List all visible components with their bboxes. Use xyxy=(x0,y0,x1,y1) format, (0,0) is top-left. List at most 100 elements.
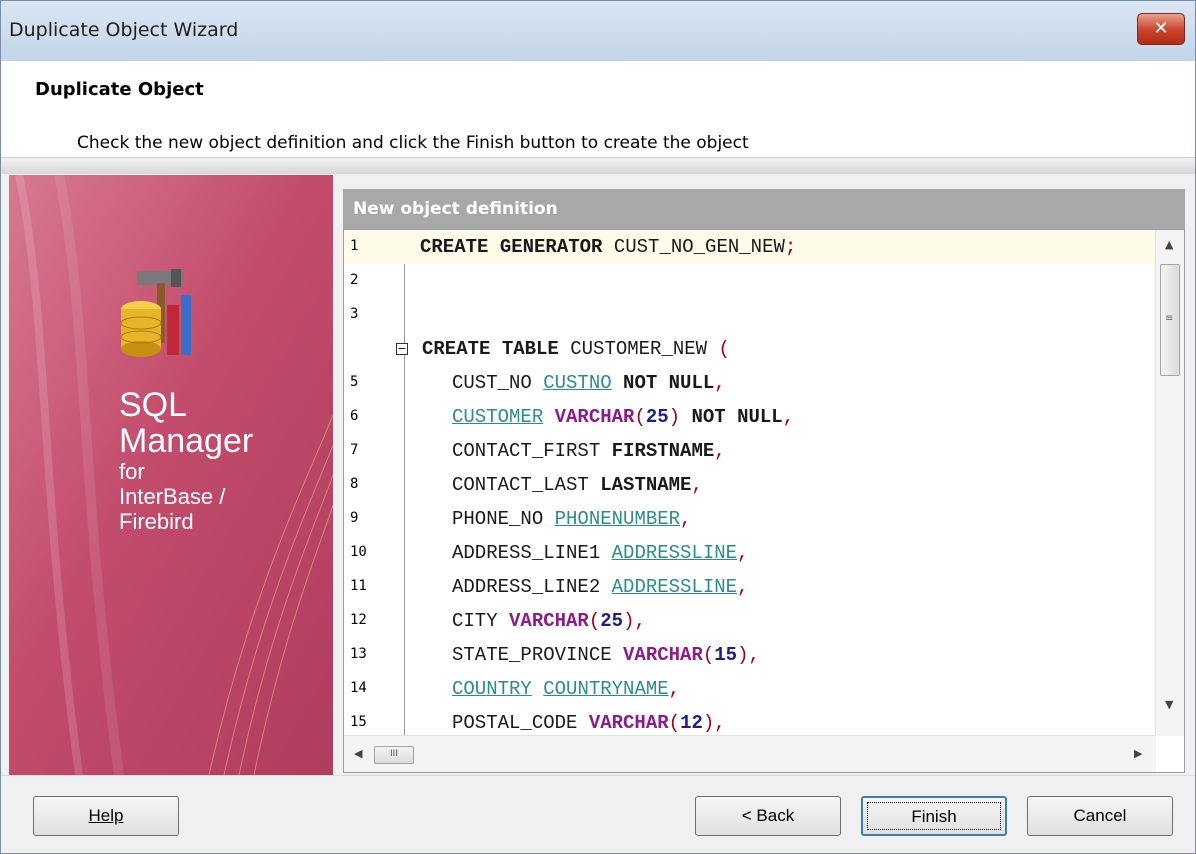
code-text: CREATE GENERATOR CUST_NO_GEN_NEW; xyxy=(420,236,796,258)
line-number: 6 xyxy=(350,408,359,424)
finish-button[interactable]: Finish xyxy=(861,796,1007,836)
vertical-scrollbar[interactable]: ▲ ≡ ▼ xyxy=(1155,230,1184,736)
code-token: , xyxy=(714,372,726,394)
code-token: ) xyxy=(737,644,749,666)
line-number: 3 xyxy=(350,306,359,322)
code-token: , xyxy=(691,474,703,496)
code-line: − CREATE TABLE CUSTOMER_NEW ( xyxy=(344,332,1156,366)
horizontal-scroll-thumb[interactable]: III xyxy=(374,746,414,764)
code-area[interactable]: 1 CREATE GENERATOR CUST_NO_GEN_NEW; 2 3 − CRE… xyxy=(344,230,1156,736)
product-name: SQL Manager for InterBase / Firebird xyxy=(119,387,253,534)
wizard-header: Duplicate Object Check the new object de… xyxy=(1,61,1195,157)
code-line: 8 CONTACT_LAST LASTNAME, xyxy=(344,468,1156,502)
code-token: VARCHAR xyxy=(588,712,669,734)
scroll-up-icon[interactable]: ▲ xyxy=(1165,238,1173,251)
code-token: CUSTNO xyxy=(543,372,612,394)
line-number: 12 xyxy=(350,612,367,628)
code-token: LASTNAME xyxy=(600,474,692,496)
grip-icon: ≡ xyxy=(1165,313,1174,324)
sql-editor[interactable]: 1 CREATE GENERATOR CUST_NO_GEN_NEW; 2 3 − CRE… xyxy=(343,229,1185,773)
code-token: ( xyxy=(668,712,681,734)
horizontal-scrollbar[interactable]: ◀ III ▶ xyxy=(344,735,1156,772)
code-token: CUSTOMER xyxy=(452,406,544,428)
definition-panel: New object definition 1 CREATE GENERATOR … xyxy=(343,189,1185,773)
code-token: , xyxy=(634,610,646,632)
code-token: , xyxy=(737,542,749,564)
code-token: , xyxy=(714,440,726,462)
code-line: 9 PHONE_NO PHONENUMBER, xyxy=(344,502,1156,536)
help-button[interactable]: Help xyxy=(33,796,179,836)
line-number: 13 xyxy=(350,646,367,662)
back-button-label: < Back xyxy=(741,806,795,825)
code-text: POSTAL_CODE VARCHAR(12), xyxy=(452,712,726,734)
scroll-left-icon[interactable]: ◀ xyxy=(354,747,362,760)
code-token: ) xyxy=(702,712,715,734)
line-number: 2 xyxy=(350,272,359,288)
code-token: ADDRESS_LINE2 xyxy=(452,576,612,598)
product-name-line3: for xyxy=(119,459,145,484)
code-line: 14 COUNTRY COUNTRYNAME, xyxy=(344,672,1156,706)
cancel-button[interactable]: Cancel xyxy=(1027,796,1173,836)
line-number: 11 xyxy=(350,578,367,594)
code-token: ADDRESSLINE xyxy=(611,542,738,564)
code-token: POSTAL_CODE xyxy=(452,712,589,734)
code-token: 25 xyxy=(600,610,624,632)
code-token: ( xyxy=(718,338,730,360)
code-line: 13 STATE_PROVINCE VARCHAR(15), xyxy=(344,638,1156,672)
code-token: CUST_NO_GEN_NEW xyxy=(613,236,785,258)
code-token: STATE_PROVINCE xyxy=(452,644,624,666)
code-line: 6 CUSTOMER VARCHAR(25) NOT NULL, xyxy=(344,400,1156,434)
code-token: CUST_NO xyxy=(452,372,544,394)
code-token: VARCHAR xyxy=(554,406,635,428)
code-text: CREATE TABLE CUSTOMER_NEW ( xyxy=(422,338,730,360)
code-token: CREATE TABLE xyxy=(422,338,571,360)
code-line: 10 ADDRESS_LINE1 ADDRESSLINE, xyxy=(344,536,1156,570)
code-line: 12 CITY VARCHAR(25), xyxy=(344,604,1156,638)
code-token: ( xyxy=(588,610,601,632)
vertical-scroll-thumb[interactable]: ≡ xyxy=(1160,264,1180,376)
code-token: FIRSTNAME xyxy=(611,440,715,462)
fold-collapse-icon[interactable]: − xyxy=(396,343,408,355)
line-number: 7 xyxy=(350,442,359,458)
code-line: 1 CREATE GENERATOR CUST_NO_GEN_NEW; xyxy=(344,230,1156,264)
cancel-button-label: Cancel xyxy=(1073,806,1127,825)
line-number: 1 xyxy=(350,238,359,254)
line-number: 8 xyxy=(350,476,359,492)
code-text: ADDRESS_LINE1 ADDRESSLINE, xyxy=(452,542,748,564)
scroll-down-icon[interactable]: ▼ xyxy=(1165,698,1173,711)
code-text: CONTACT_LAST LASTNAME, xyxy=(452,474,703,496)
code-token: ( xyxy=(634,406,646,428)
code-text: STATE_PROVINCE VARCHAR(15), xyxy=(452,644,760,666)
code-token: ( xyxy=(702,644,715,666)
back-button[interactable]: < Back xyxy=(695,796,841,836)
button-bar: Help < Back Finish Cancel xyxy=(1,775,1195,853)
code-token: , xyxy=(737,576,749,598)
code-text: COUNTRY COUNTRYNAME, xyxy=(452,678,680,700)
code-text: CUSTOMER VARCHAR(25) NOT NULL, xyxy=(452,406,794,428)
code-token: 15 xyxy=(714,644,738,666)
code-text: PHONE_NO PHONENUMBER, xyxy=(452,508,691,530)
help-button-label: Help xyxy=(88,806,124,825)
code-token: , xyxy=(714,712,726,734)
line-number: 10 xyxy=(350,544,367,560)
close-button[interactable]: ✕ xyxy=(1137,13,1185,45)
code-token: PHONE_NO xyxy=(452,508,555,530)
product-name-line1: SQL xyxy=(119,386,188,424)
code-text: ADDRESS_LINE2 ADDRESSLINE, xyxy=(452,576,748,598)
code-text: CONTACT_FIRST FIRSTNAME, xyxy=(452,440,726,462)
code-token: , xyxy=(748,644,760,666)
window-title: Duplicate Object Wizard xyxy=(9,19,239,41)
code-token: ) xyxy=(668,406,681,428)
code-line: 2 xyxy=(344,264,1156,298)
code-token: COUNTRYNAME xyxy=(543,678,669,700)
code-token: CUSTOMER_NEW xyxy=(570,338,719,360)
scroll-right-icon[interactable]: ▶ xyxy=(1134,747,1142,760)
code-line: 11 ADDRESS_LINE2 ADDRESSLINE, xyxy=(344,570,1156,604)
panel-heading: New object definition xyxy=(343,189,1185,229)
title-bar: Duplicate Object Wizard ✕ xyxy=(1,1,1195,61)
step-title: Duplicate Object xyxy=(35,79,204,100)
code-token: PHONENUMBER xyxy=(554,508,681,530)
product-name-line4: InterBase / xyxy=(119,484,226,509)
